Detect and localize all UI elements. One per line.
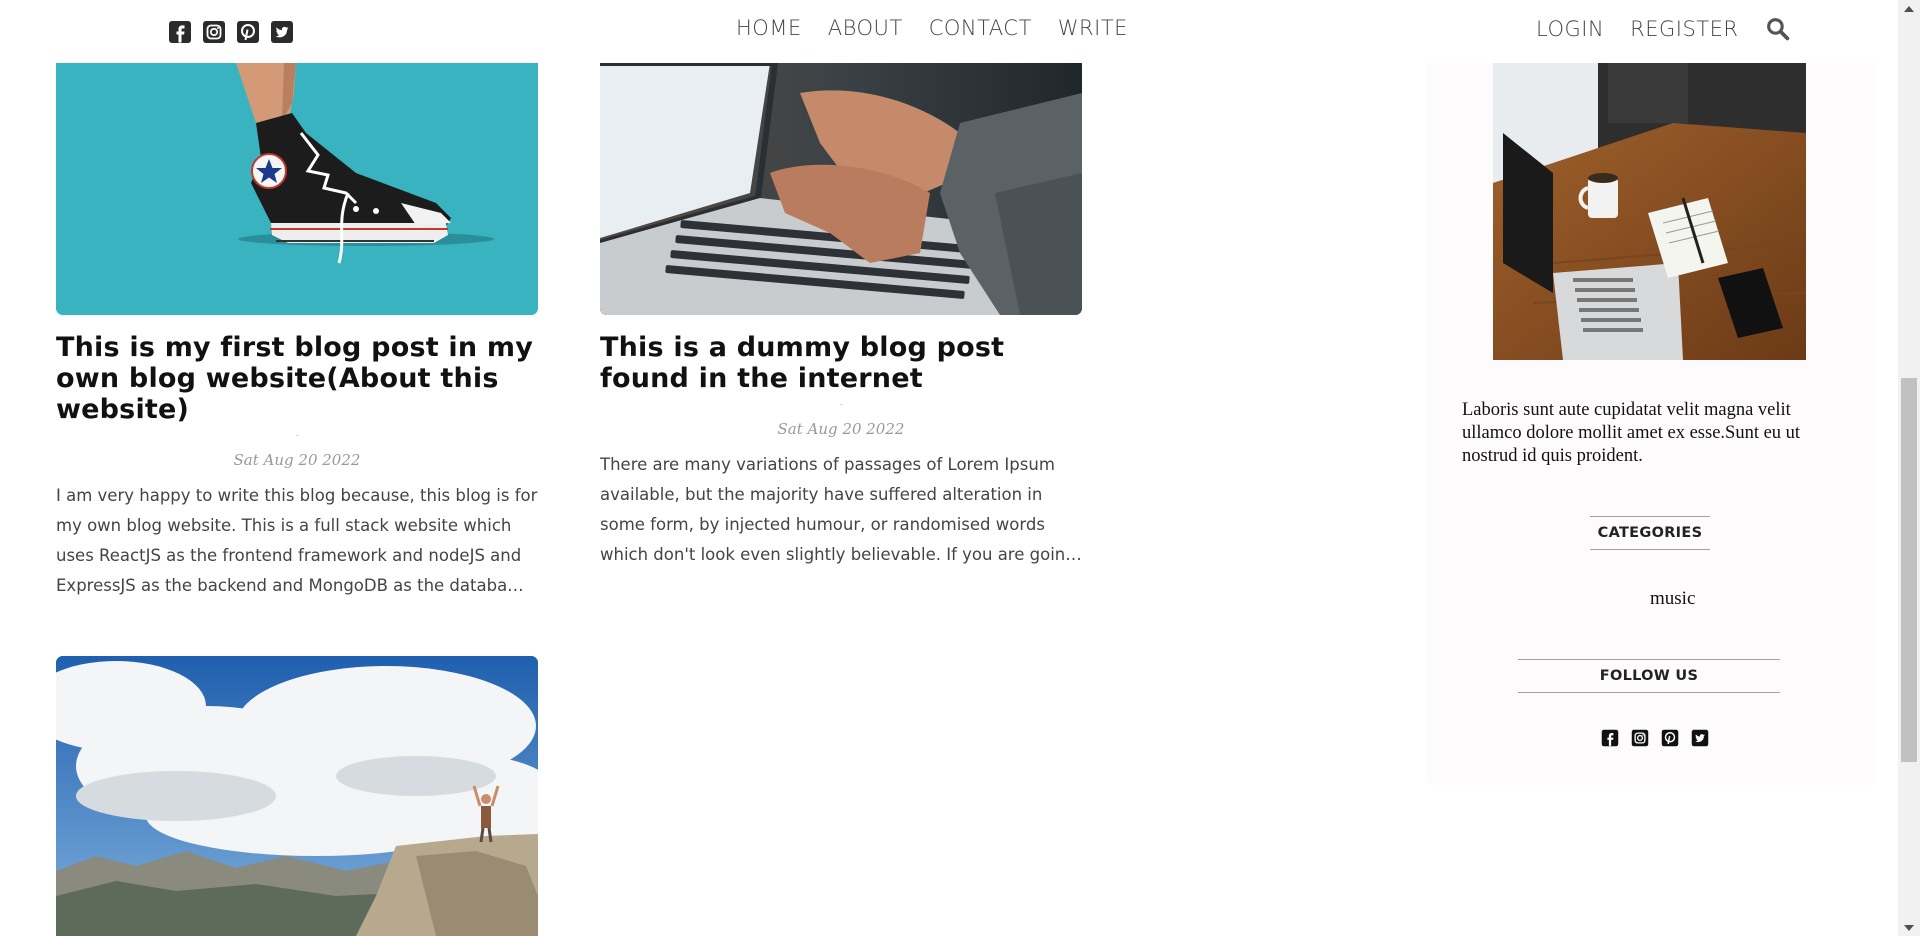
twitter-square-icon[interactable] [270,20,294,44]
post-title[interactable]: This is my first blog post in my own blo… [56,332,538,425]
post-title[interactable]: This is a dummy blog post found in the i… [600,332,1082,394]
post-categories: . [839,398,843,407]
post-date: Sat Aug 20 2022 [777,420,905,438]
post-image-sneaker[interactable] [56,63,538,315]
login-link[interactable]: LOGIN [1536,17,1604,41]
post-description: There are many variations of passages of… [600,455,1082,564]
auth-nav: LOGIN REGISTER [1536,16,1790,41]
sidebar-about-image [1493,63,1806,360]
sidebar: Laboris sunt aute cupidatat velit magna … [1426,63,1876,785]
scroll-down-arrow-icon[interactable] [1898,919,1920,936]
nav-write[interactable]: WRITE [1058,16,1128,40]
post-date: Sat Aug 20 2022 [233,451,361,469]
top-social-icons [168,20,294,44]
follow-us-title: FOLLOW US [1518,659,1780,693]
pinterest-square-icon[interactable] [1661,729,1679,747]
category-item-music[interactable]: music [1650,588,1695,610]
twitter-square-icon[interactable] [1691,729,1709,747]
instagram-square-icon[interactable] [1631,729,1649,747]
top-bar: HOME ABOUT CONTACT WRITE LOGIN REGISTER [0,0,1898,63]
categories-title: CATEGORIES [1590,516,1710,550]
facebook-square-icon[interactable] [1601,729,1619,747]
search-icon[interactable] [1765,16,1790,41]
nav-about[interactable]: ABOUT [828,16,903,40]
pinterest-square-icon[interactable] [236,20,260,44]
register-link[interactable]: REGISTER [1630,17,1738,41]
post-image-laptop[interactable] [600,63,1082,315]
sidebar-social-icons [1601,729,1709,747]
facebook-square-icon[interactable] [168,20,192,44]
nav-contact[interactable]: CONTACT [929,16,1032,40]
post-description: I am very happy to write this blog becau… [56,486,538,595]
scroll-up-arrow-icon[interactable] [1898,0,1920,17]
post-card[interactable] [56,656,538,936]
post-card[interactable]: This is my first blog post in my own blo… [56,63,538,601]
post-card[interactable]: This is a dummy blog post found in the i… [600,63,1082,570]
main-nav: HOME ABOUT CONTACT WRITE [736,16,1128,40]
scroll-thumb[interactable] [1901,378,1917,762]
post-categories: . [295,429,299,438]
post-image-mountain[interactable] [56,656,538,936]
about-text: Laboris sunt aute cupidatat velit magna … [1462,400,1801,466]
nav-home[interactable]: HOME [736,16,802,40]
instagram-square-icon[interactable] [202,20,226,44]
page-scrollbar[interactable] [1898,0,1920,936]
